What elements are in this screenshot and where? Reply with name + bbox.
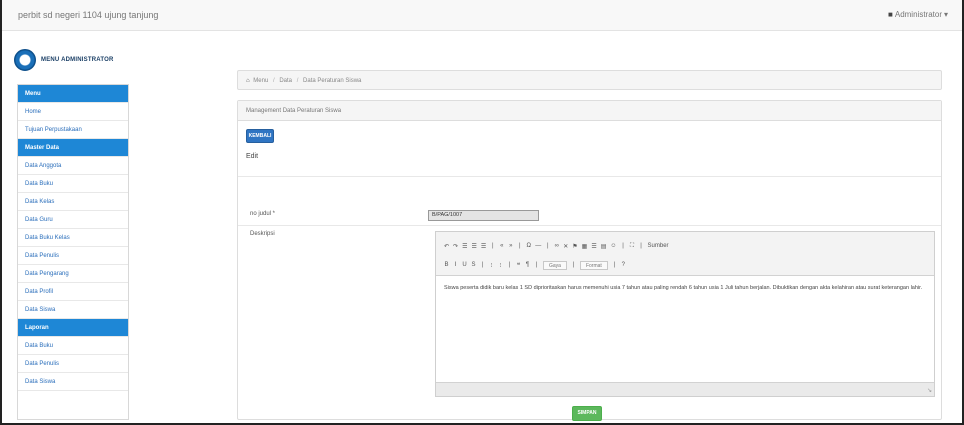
- toolbar-button[interactable]: ☰: [591, 243, 596, 250]
- breadcrumb-current: Data Peraturan Siswa: [303, 78, 362, 84]
- divider: [238, 176, 941, 177]
- editor-toolbar-row: ↶ ↷ ☰ ☰ ☰ | «» | Ω — | ∞ ✕ ⚑ ▦ ☰ ▤ ☺ | ⛶ | Sumber: [444, 239, 928, 253]
- toolbar-button[interactable]: ⁝: [489, 262, 494, 269]
- toolbar-button[interactable]: Ω: [526, 243, 531, 249]
- toolbar-button[interactable]: ¶: [525, 262, 530, 268]
- toolbar-button[interactable]: I: [453, 262, 458, 268]
- user-menu[interactable]: ■ Administrator ▾: [888, 10, 948, 19]
- toolbar-button[interactable]: ☰: [462, 243, 467, 250]
- toolbar-button[interactable]: ☺: [610, 243, 616, 249]
- toolbar-button[interactable]: B: [444, 262, 449, 268]
- editor-toolbar: ↶ ↷ ☰ ☰ ☰ | «» | Ω — | ∞ ✕ ⚑ ▦ ☰ ▤ ☺ | ⛶ | Sumber B I U S | ⁝ ⁝ | ❝ ¶ |…: [436, 232, 934, 276]
- nojudul-input[interactable]: B/PAG/1007: [428, 210, 539, 221]
- toolbar-button[interactable]: ☰: [481, 243, 486, 250]
- toolbar-button[interactable]: ⛶: [630, 243, 635, 250]
- toolbar-separator: |: [546, 243, 549, 249]
- toolbar-button[interactable]: —: [535, 243, 541, 249]
- toolbar-button[interactable]: ∞: [554, 243, 559, 249]
- toolbar-select[interactable]: Gaya: [543, 260, 567, 270]
- toolbar-select[interactable]: Format: [579, 260, 608, 270]
- editor-toolbar-row: B I U S | ⁝ ⁝ | ❝ ¶ | Gaya | Format |?: [444, 258, 928, 272]
- toolbar-button[interactable]: ⚑: [572, 243, 577, 250]
- toolbar-button[interactable]: ?: [621, 262, 626, 268]
- sidebar-item[interactable]: Data Siswa: [18, 373, 128, 391]
- section-label: Edit: [246, 153, 259, 160]
- toolbar-button[interactable]: «: [499, 243, 504, 249]
- main-content: ⌂ Menu / Data / Data Peraturan Siswa Man…: [237, 70, 942, 421]
- toolbar-button[interactable]: ↷: [453, 243, 458, 250]
- sidebar-item[interactable]: Data Buku: [18, 175, 128, 193]
- sidebar-section-header: Laporan: [18, 319, 128, 337]
- toolbar-separator: |: [491, 243, 494, 249]
- sidebar-item[interactable]: Data Guru: [18, 211, 128, 229]
- panel-title: Management Data Peraturan Siswa: [238, 101, 941, 121]
- editor-status-bar: ↘: [436, 382, 934, 396]
- school-logo-icon: [14, 49, 36, 71]
- sidebar-item[interactable]: Data Pengarang: [18, 265, 128, 283]
- deskripsi-label: Deskripsi: [250, 231, 275, 237]
- save-button[interactable]: SIMPAN: [572, 406, 602, 421]
- toolbar-button[interactable]: »: [508, 243, 513, 249]
- toolbar-button[interactable]: Sumber: [648, 243, 669, 249]
- sidebar-item[interactable]: Data Penulis: [18, 247, 128, 265]
- toolbar-separator: |: [535, 262, 538, 268]
- toolbar-button[interactable]: U: [462, 262, 467, 268]
- resize-grip-icon[interactable]: ↘: [927, 387, 932, 394]
- toolbar-button[interactable]: ▦: [582, 243, 588, 250]
- nojudul-label: no judul *: [250, 211, 276, 217]
- sidebar-item[interactable]: Data Buku: [18, 337, 128, 355]
- toolbar-separator: |: [640, 243, 642, 249]
- sidebar: Menu Home Tujuan Perpustakaan Master Data Da…: [17, 84, 129, 420]
- editor-content[interactable]: Siswa peserta didik baru kelas 1 SD dipr…: [436, 276, 934, 380]
- sidebar-item[interactable]: Data Profil: [18, 283, 128, 301]
- edit-panel: Management Data Peraturan Siswa KEMBALI …: [237, 100, 942, 421]
- caret-down-icon: ▾: [943, 10, 948, 19]
- toolbar-separator: |: [622, 243, 624, 249]
- breadcrumb-home[interactable]: Menu: [253, 78, 268, 84]
- back-button[interactable]: KEMBALI: [246, 129, 274, 143]
- sidebar-item[interactable]: Home: [18, 103, 128, 121]
- toolbar-button[interactable]: ⁝: [498, 262, 503, 269]
- toolbar-button[interactable]: S: [471, 262, 476, 268]
- toolbar-button[interactable]: ▤: [601, 243, 607, 250]
- sidebar-item[interactable]: Tujuan Perpustakaan: [18, 121, 128, 139]
- toolbar-button[interactable]: ✕: [563, 243, 568, 250]
- top-navbar: perbit sd negeri 1104 ujung tanjung ■ Ad…: [2, 0, 962, 31]
- sidebar-item[interactable]: Data Penulis: [18, 355, 128, 373]
- toolbar-separator: |: [508, 262, 511, 268]
- sidebar-item[interactable]: Data Siswa: [18, 301, 128, 319]
- toolbar-separator: |: [518, 243, 521, 249]
- logo-text: MENU ADMINISTRATOR: [41, 57, 114, 63]
- toolbar-separator: |: [613, 262, 616, 268]
- user-icon: ■: [888, 10, 893, 19]
- brand-title[interactable]: perbit sd negeri 1104 ujung tanjung: [18, 10, 158, 20]
- breadcrumb-data[interactable]: Data: [279, 78, 292, 84]
- toolbar-button[interactable]: ☰: [471, 243, 476, 250]
- toolbar-separator: |: [481, 262, 484, 268]
- toolbar-separator: |: [572, 262, 575, 268]
- breadcrumb-separator: /: [272, 78, 275, 84]
- toolbar-button[interactable]: ❝: [516, 262, 521, 269]
- user-name: Administrator: [894, 10, 942, 19]
- logo: MENU ADMINISTRATOR: [14, 49, 114, 71]
- toolbar-button[interactable]: ↶: [444, 243, 449, 250]
- sidebar-item[interactable]: Data Anggota: [18, 157, 128, 175]
- sidebar-section-header: Menu: [18, 85, 128, 103]
- breadcrumb-separator: /: [296, 78, 299, 84]
- sidebar-item[interactable]: Data Kelas: [18, 193, 128, 211]
- breadcrumb: ⌂ Menu / Data / Data Peraturan Siswa: [237, 70, 942, 90]
- home-icon: ⌂: [246, 78, 250, 84]
- rich-text-editor[interactable]: ↶ ↷ ☰ ☰ ☰ | «» | Ω — | ∞ ✕ ⚑ ▦ ☰ ▤ ☺ | ⛶ | Sumber B I U S | ⁝ ⁝ | ❝ ¶ |…: [435, 231, 935, 397]
- sidebar-section-header: Master Data: [18, 139, 128, 157]
- sidebar-item[interactable]: Data Buku Kelas: [18, 229, 128, 247]
- divider: [238, 225, 941, 226]
